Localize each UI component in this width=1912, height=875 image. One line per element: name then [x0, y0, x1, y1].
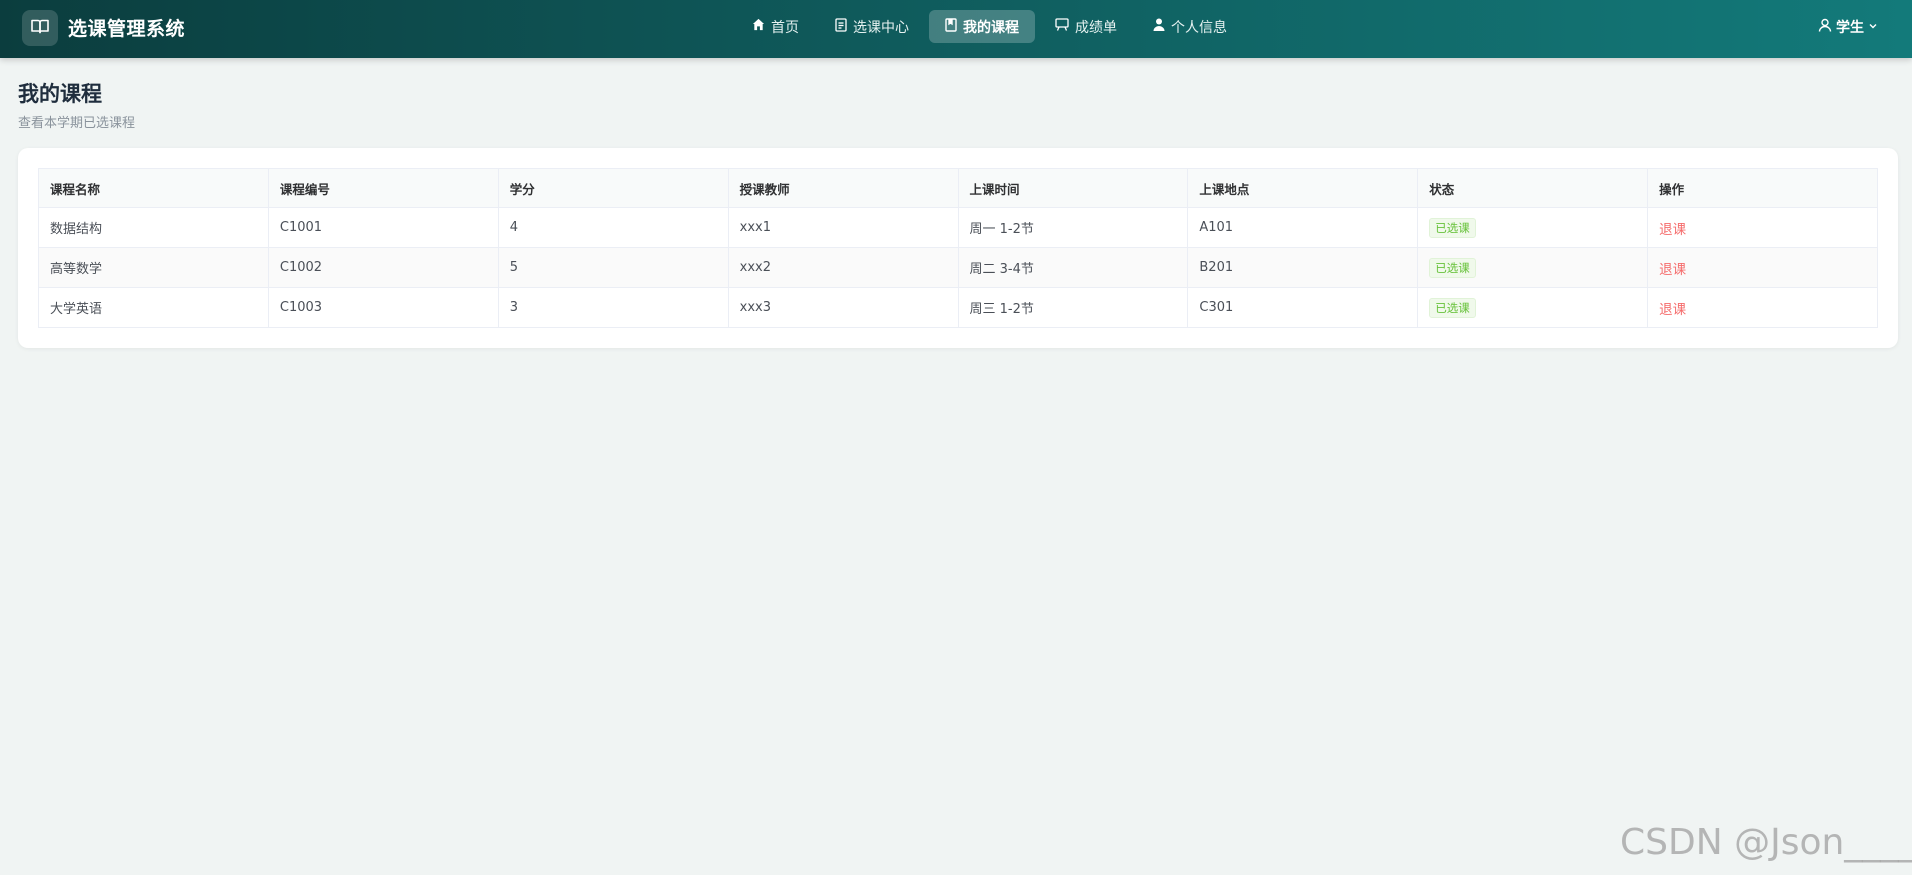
cell-teacher: xxx1	[727, 207, 959, 248]
bookmark-book-icon	[945, 17, 963, 36]
column-header-course-name: 课程名称	[38, 168, 269, 208]
nav-item-home[interactable]: 首页	[736, 10, 815, 43]
chevron-down-icon	[1864, 19, 1882, 35]
column-header-course-code: 课程编号	[267, 168, 499, 208]
nav-item-my-courses[interactable]: 我的课程	[929, 10, 1035, 43]
nav-label: 个人信息	[1171, 19, 1227, 36]
book-open-icon	[31, 18, 49, 38]
drop-course-button[interactable]: 退课	[1659, 262, 1686, 278]
column-header-status: 状态	[1417, 168, 1649, 208]
main-nav: 首页 选课中心 我的课程 成绩单 个人信息	[736, 10, 1247, 43]
cell-action: 退课	[1647, 287, 1878, 328]
nav-label: 我的课程	[963, 19, 1019, 36]
person-icon	[1153, 18, 1171, 35]
column-header-location: 上课地点	[1187, 168, 1419, 208]
cell-time: 周三 1-2节	[957, 287, 1189, 328]
nav-item-transcript[interactable]: 成绩单	[1039, 10, 1133, 43]
drop-course-button[interactable]: 退课	[1659, 302, 1686, 318]
app-logo[interactable]	[22, 10, 58, 46]
csdn-watermark: CSDN @Json_____	[1620, 822, 1912, 863]
status-badge: 已选课	[1429, 297, 1476, 318]
column-header-time: 上课时间	[957, 168, 1189, 208]
table-header-row: 课程名称 课程编号 学分 授课教师 上课时间 上课地点 状态 操作	[38, 168, 1878, 208]
nav-label: 成绩单	[1075, 19, 1117, 36]
cell-teacher: xxx2	[727, 247, 959, 288]
cell-status: 已选课	[1417, 287, 1649, 328]
cell-location: B201	[1187, 247, 1419, 288]
column-header-teacher: 授课教师	[727, 168, 959, 208]
cell-action: 退课	[1647, 247, 1878, 288]
presentation-board-icon	[1055, 18, 1075, 35]
document-icon	[835, 17, 853, 36]
nav-item-profile[interactable]: 个人信息	[1137, 10, 1243, 43]
cell-time: 周一 1-2节	[957, 207, 1189, 248]
cell-course-code: C1002	[267, 247, 499, 288]
top-navigation-bar: 选课管理系统 首页 选课中心 我的课程 成绩单 个人信息 学生	[0, 0, 1912, 58]
status-badge: 已选课	[1429, 257, 1476, 278]
cell-course-name: 数据结构	[38, 207, 269, 248]
column-header-credits: 学分	[497, 168, 729, 208]
cell-time: 周二 3-4节	[957, 247, 1189, 288]
cell-status: 已选课	[1417, 247, 1649, 288]
drop-course-button[interactable]: 退课	[1659, 222, 1686, 238]
cell-credits: 3	[497, 287, 729, 328]
cell-teacher: xxx3	[727, 287, 959, 328]
cell-credits: 4	[497, 207, 729, 248]
table-row: 数据结构 C1001 4 xxx1 周一 1-2节 A101 已选课 退课	[38, 207, 1878, 248]
cell-course-name: 大学英语	[38, 287, 269, 328]
cell-course-code: C1003	[267, 287, 499, 328]
cell-status: 已选课	[1417, 207, 1649, 248]
table-row: 高等数学 C1002 5 xxx2 周二 3-4节 B201 已选课 退课	[38, 247, 1878, 288]
cell-location: A101	[1187, 207, 1419, 248]
column-header-action: 操作	[1647, 168, 1878, 208]
nav-item-course-selection[interactable]: 选课中心	[819, 10, 925, 43]
page-subtitle: 查看本学期已选课程	[18, 116, 136, 131]
nav-label: 选课中心	[853, 19, 909, 36]
cell-location: C301	[1187, 287, 1419, 328]
cell-course-code: C1001	[267, 207, 499, 248]
cell-action: 退课	[1647, 207, 1878, 248]
courses-card: 课程名称 课程编号 学分 授课教师 上课时间 上课地点 状态 操作 数据结构 C…	[18, 148, 1898, 348]
user-role-label: 学生	[1836, 20, 1864, 36]
home-icon	[752, 18, 771, 35]
status-badge: 已选课	[1429, 217, 1476, 238]
page-title: 我的课程	[18, 82, 102, 106]
nav-label: 首页	[771, 19, 799, 36]
my-courses-table: 课程名称 课程编号 学分 授课教师 上课时间 上课地点 状态 操作 数据结构 C…	[38, 168, 1878, 328]
user-menu[interactable]: 学生	[1814, 17, 1882, 37]
cell-credits: 5	[497, 247, 729, 288]
app-title: 选课管理系统	[68, 18, 186, 40]
table-row: 大学英语 C1003 3 xxx3 周三 1-2节 C301 已选课 退课	[38, 287, 1878, 328]
cell-course-name: 高等数学	[38, 247, 269, 288]
user-outline-icon	[1814, 18, 1836, 36]
